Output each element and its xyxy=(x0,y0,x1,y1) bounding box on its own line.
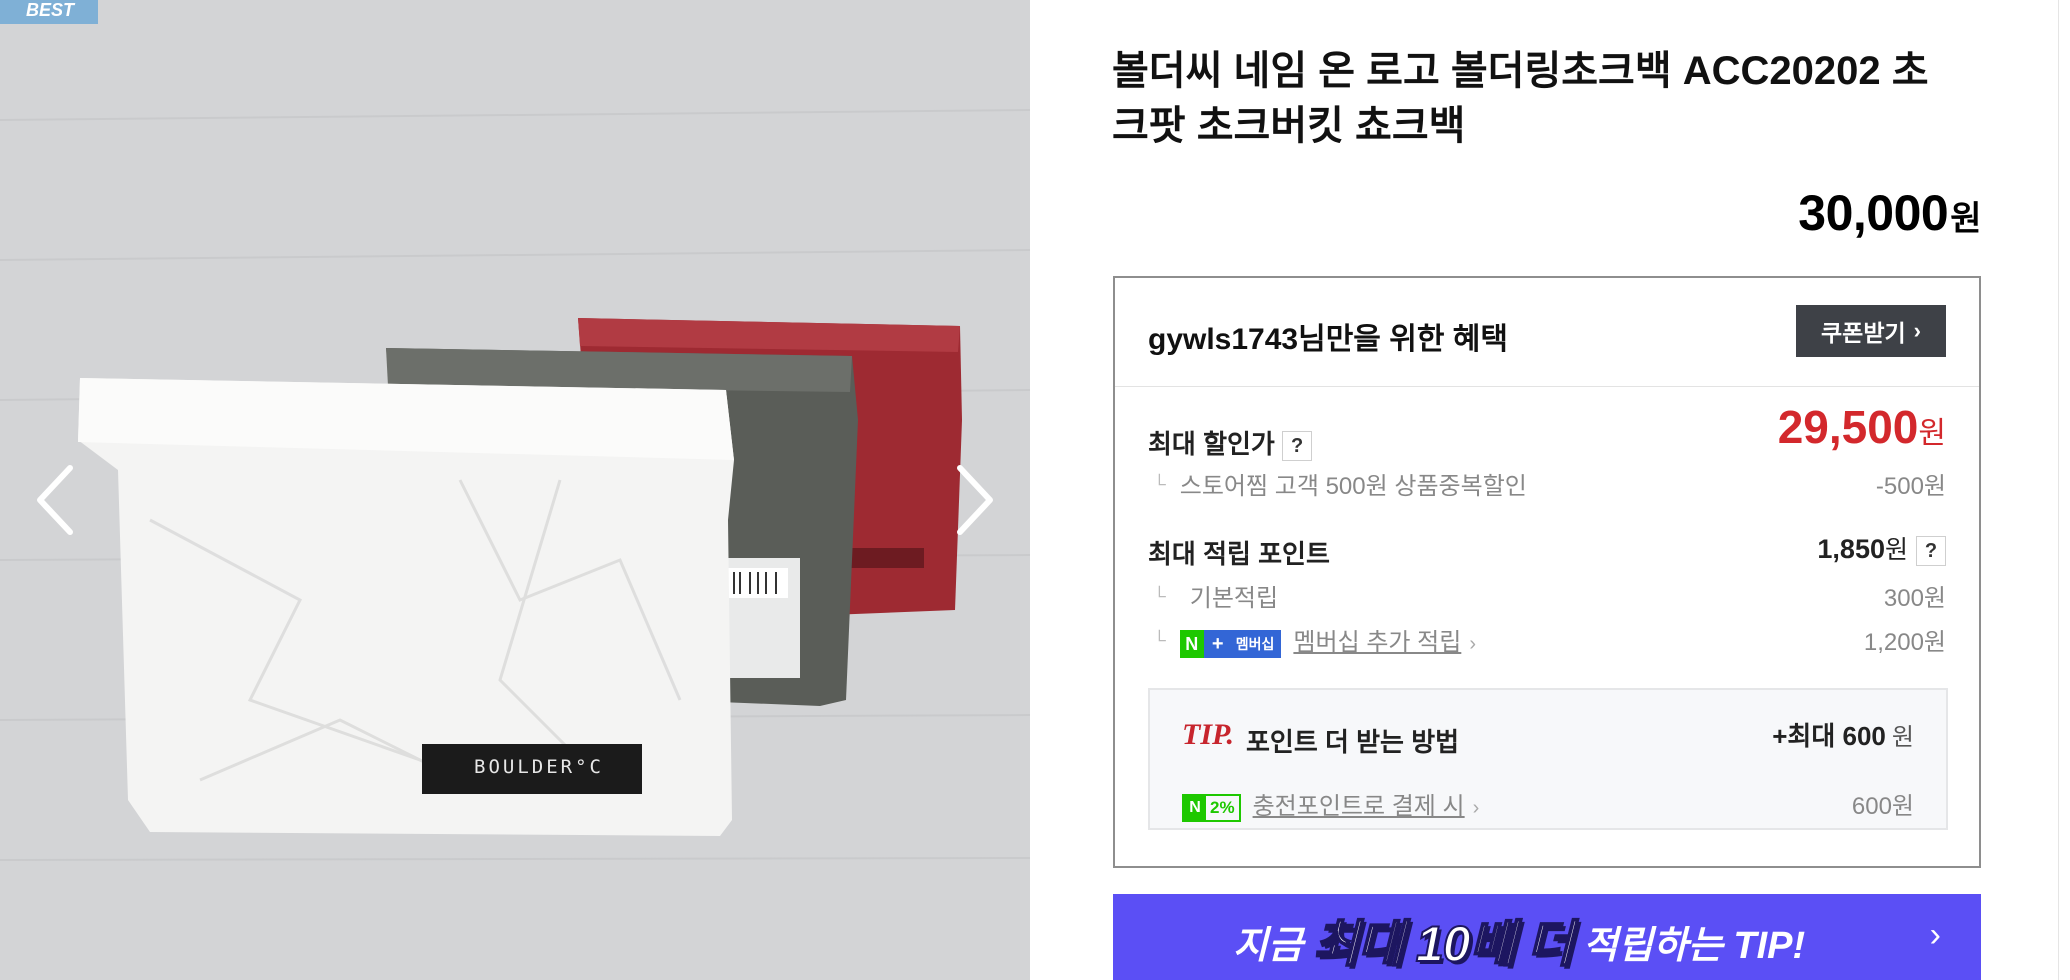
banner-text-highlight: 최대 10배 더 xyxy=(1312,915,1574,973)
max-points-value: 1,850 xyxy=(1817,534,1885,564)
membership-points-value: 1,200원 xyxy=(1863,629,1946,656)
discount-amount: -500원 xyxy=(1875,473,1946,500)
tip-max-prefix: +최대 xyxy=(1772,721,1836,751)
tip-max-value: 600 xyxy=(1842,721,1886,751)
chevron-right-icon: › xyxy=(1472,797,1480,819)
max-discount-price: 29,500원 xyxy=(1778,400,1946,454)
membership-points-row: └ N + 멤버십 멤버십 추가 적립 › xyxy=(1153,622,1476,658)
panel-divider xyxy=(2058,0,2059,980)
max-points: 1,850원? xyxy=(1817,530,1946,566)
sale-price-value: 29,500 xyxy=(1777,401,1919,453)
member-benefit-box: gywls1743님만을 위한 혜택 쿠폰받기 › 최대 할인가 ? 29,50… xyxy=(1113,276,1981,868)
points-tip-banner[interactable]: 지금 최대 10배 더 적립하는 TIP! › xyxy=(1113,894,1981,980)
price-value: 30,000 xyxy=(1798,185,1949,241)
naver-n-icon: N xyxy=(1184,795,1206,820)
corner-arrow-icon: └ xyxy=(1153,474,1166,494)
banner-text-1: 지금 xyxy=(1233,925,1303,967)
benefit-header: gywls1743님만을 위한 혜택 쿠폰받기 › xyxy=(1115,278,1979,387)
percent-label: 2% xyxy=(1210,797,1235,817)
next-image-button[interactable] xyxy=(940,460,1000,540)
max-discount-label: 최대 할인가 ? xyxy=(1148,424,1313,462)
charge-points-row: N 2% 충전포인트로 결제 시 › xyxy=(1182,786,1479,822)
membership-points-link[interactable]: 멤버십 추가 적립 xyxy=(1293,629,1461,656)
previous-image-button[interactable] xyxy=(30,460,90,540)
naver-n-icon: N xyxy=(1179,629,1204,658)
discount-detail-text: 스토어찜 고객 500원 상품중복할인 xyxy=(1179,473,1527,500)
charge-points-link[interactable]: 충전포인트로 결제 시 xyxy=(1253,793,1465,820)
naver-plus-membership-icon: N + 멤버십 xyxy=(1179,629,1282,658)
chevron-right-icon: › xyxy=(1913,318,1921,343)
chevron-right-icon: › xyxy=(1469,633,1476,655)
get-coupon-button[interactable]: 쿠폰받기 › xyxy=(1796,305,1946,357)
tip-max-points: +최대 600 원 xyxy=(1772,716,1914,753)
coupon-button-label: 쿠폰받기 xyxy=(1821,320,1906,346)
benefit-title: gywls1743님만을 위한 혜택 xyxy=(1148,323,1508,356)
max-discount-text: 최대 할인가 xyxy=(1148,429,1275,459)
charge-points-value: 600원 xyxy=(1851,793,1914,820)
price-unit: 원 xyxy=(1950,200,1981,238)
max-points-label: 최대 적립 포인트 xyxy=(1148,539,1330,569)
chevron-right-icon xyxy=(957,465,993,535)
corner-arrow-icon: └ xyxy=(1153,586,1166,606)
product-price: 30,000원 xyxy=(1798,184,1981,242)
tip-title: 포인트 더 받는 방법 xyxy=(1246,727,1460,757)
tip-mark: TIP. xyxy=(1182,718,1234,751)
base-points-value: 300원 xyxy=(1883,585,1946,612)
base-points-row: └ 기본적립 xyxy=(1153,578,1278,613)
tip-max-unit: 원 xyxy=(1891,724,1914,751)
sale-price-unit: 원 xyxy=(1918,417,1946,450)
plus-icon: + xyxy=(1203,629,1232,658)
max-points-unit: 원 xyxy=(1884,536,1908,564)
discount-detail: └ 스토어찜 고객 500원 상품중복할인 xyxy=(1153,466,1527,501)
product-image-gallery: BOULDER°C BEST xyxy=(0,0,1030,980)
tip-box: TIP. 포인트 더 받는 방법 +최대 600 원 N 2% 충전포인트로 결제 시… xyxy=(1148,688,1948,830)
bag-logo-text: BOULDER°C xyxy=(474,756,604,778)
product-photo xyxy=(0,0,1030,980)
best-badge: BEST xyxy=(0,0,98,24)
banner-text-2: 적립하는 TIP! xyxy=(1583,925,1806,967)
chevron-right-icon: › xyxy=(1929,916,1941,954)
points-help-icon[interactable]: ? xyxy=(1916,535,1946,566)
corner-arrow-icon: └ xyxy=(1153,630,1166,650)
naver-pay-2pct-icon: N 2% xyxy=(1182,793,1241,822)
chevron-left-icon xyxy=(37,465,73,535)
base-points-label: 기본적립 xyxy=(1189,585,1279,612)
discount-help-icon[interactable]: ? xyxy=(1282,431,1313,462)
product-title: 볼더씨 네임 온 로고 볼더링초크백 ACC20202 초크팟 초크버킷 쵸크백 xyxy=(1112,49,1929,148)
membership-badge-text: 멤버십 xyxy=(1231,629,1282,658)
